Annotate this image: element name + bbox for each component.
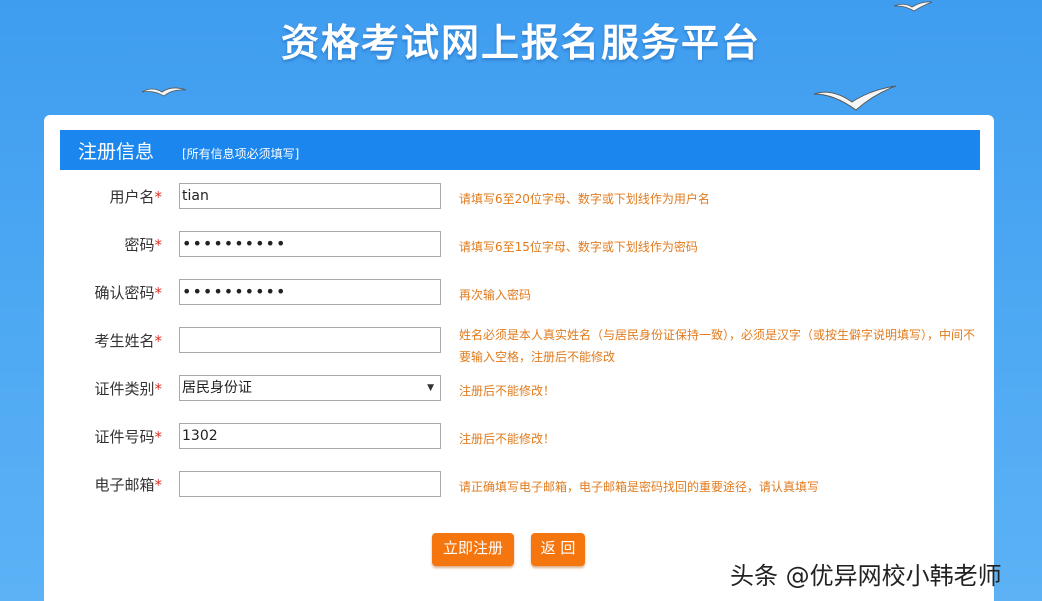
id-type-selected: 居民身份证 <box>182 380 252 396</box>
registration-card: 注册信息 [所有信息项必须填写] 用户名* tian 请填写6至20位字母、数字… <box>44 115 994 601</box>
seagull-right-icon <box>813 85 897 111</box>
hint-id-type: 注册后不能修改！ <box>459 384 556 398</box>
row-id-type: 证件类别* 居民身份证 ▼ 注册后不能修改！ <box>44 375 994 401</box>
label-candidate-name: 考生姓名* <box>94 332 162 350</box>
seagull-top-icon <box>893 1 933 12</box>
card-header-note: [所有信息项必须填写] <box>182 147 300 161</box>
label-id-type: 证件类别* <box>94 380 162 398</box>
hint-candidate-name: 姓名必须是本人真实姓名（与居民身份证保持一致），必须是汉字（或按生僻字说明填写）… <box>459 328 976 364</box>
watermark: 头条 @优异网校小韩老师 <box>730 562 1002 590</box>
username-input[interactable]: tian <box>179 183 441 209</box>
card-header: 注册信息 [所有信息项必须填写] <box>60 130 980 170</box>
row-confirm-password: 确认密码* •••••••••• 再次输入密码 <box>44 279 994 305</box>
label-id-number: 证件号码* <box>94 428 162 446</box>
card-header-title: 注册信息 <box>78 141 155 163</box>
row-candidate-name: 考生姓名* 姓名必须是本人真实姓名（与居民身份证保持一致），必须是汉字（或按生僻… <box>44 327 994 364</box>
row-password: 密码* •••••••••• 请填写6至15位字母、数字或下划线作为密码 <box>44 231 994 257</box>
hint-password: 请填写6至15位字母、数字或下划线作为密码 <box>459 240 698 254</box>
candidate-name-input[interactable] <box>179 327 441 353</box>
id-type-select[interactable]: 居民身份证 ▼ <box>179 375 441 401</box>
back-button[interactable]: 返 回 <box>531 533 585 566</box>
label-email: 电子邮箱* <box>94 476 162 494</box>
hint-email: 请正确填写电子邮箱，电子邮箱是密码找回的重要途径，请认真填写 <box>459 480 820 494</box>
dropdown-arrow-icon: ▼ <box>427 383 434 393</box>
row-email: 电子邮箱* 请正确填写电子邮箱，电子邮箱是密码找回的重要途径，请认真填写 <box>44 471 994 497</box>
confirm-password-input[interactable]: •••••••••• <box>179 279 441 305</box>
banner: 资格考试网上报名服务平台 <box>0 0 1042 115</box>
register-button[interactable]: 立即注册 <box>432 533 514 566</box>
hint-username: 请填写6至20位字母、数字或下划线作为用户名 <box>459 192 710 206</box>
seagull-left-icon <box>141 87 187 97</box>
site-title: 资格考试网上报名服务平台 <box>280 21 761 65</box>
label-confirm-password: 确认密码* <box>94 284 162 302</box>
id-number-input[interactable]: 1302 <box>179 423 441 449</box>
row-username: 用户名* tian 请填写6至20位字母、数字或下划线作为用户名 <box>44 183 994 209</box>
row-id-number: 证件号码* 1302 注册后不能修改！ <box>44 423 994 449</box>
hint-id-number: 注册后不能修改！ <box>459 432 556 446</box>
label-username: 用户名* <box>109 188 162 206</box>
password-input[interactable]: •••••••••• <box>179 231 441 257</box>
email-input[interactable] <box>179 471 441 497</box>
hint-confirm-password: 再次输入密码 <box>459 288 532 302</box>
label-password: 密码* <box>124 236 162 254</box>
